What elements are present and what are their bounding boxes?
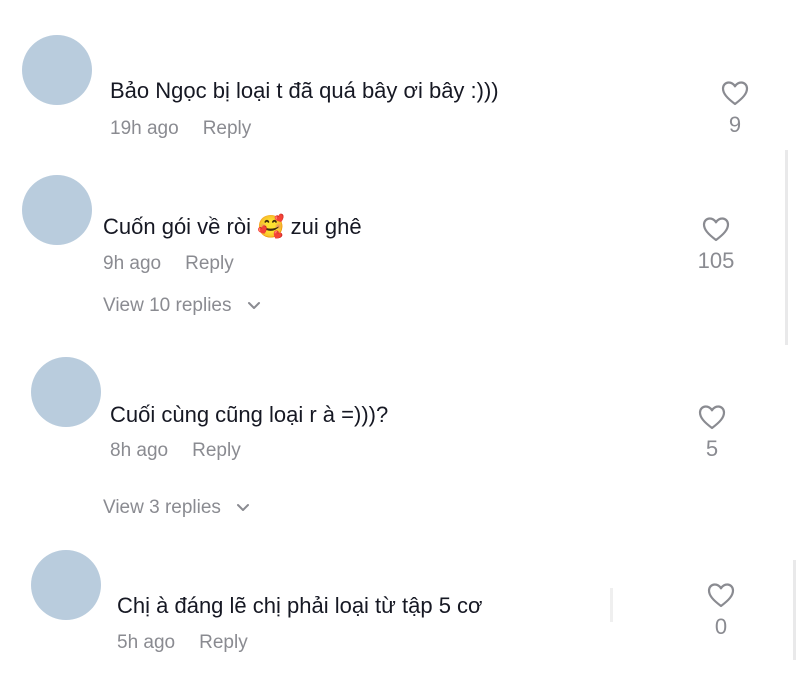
comment-meta: 19h ago Reply [110,118,251,140]
view-replies-label: View 10 replies [103,295,232,316]
like-button[interactable]: 5 [682,404,742,462]
timestamp: 9h ago [103,253,162,274]
heart-icon [702,217,730,242]
comment-text-part: zui ghê [290,214,362,239]
chevron-down-icon [247,302,260,310]
reply-button[interactable]: Reply [203,118,252,139]
heart-icon [698,405,726,430]
scrollbar-track[interactable] [785,150,788,345]
comment-meta: 9h ago Reply [103,253,234,275]
timestamp: 8h ago [110,440,169,461]
comment-meta: 8h ago Reply [110,440,241,462]
comment-meta: 5h ago Reply [117,632,248,654]
heart-icon [721,81,749,106]
like-count: 5 [705,436,719,461]
scrollbar-track[interactable] [793,560,796,660]
heart-icon [707,583,735,608]
comment-text: Cuốn gói về ròi 🥰 zui ghê [103,214,362,240]
like-button[interactable]: 105 [686,216,746,274]
like-count: 9 [728,112,742,137]
like-button[interactable]: 9 [705,80,765,138]
smiling-face-with-hearts-emoji: 🥰 [257,215,285,240]
chevron-down-icon [237,504,250,512]
timestamp: 19h ago [110,118,179,139]
timestamp: 5h ago [117,632,176,653]
comment-text: Bảo Ngọc bị loại t đã quá bây ơi bây :))… [110,78,499,103]
avatar[interactable] [22,35,92,105]
divider [610,588,613,622]
avatar[interactable] [31,550,101,620]
avatar[interactable] [22,175,92,245]
comment-text-part: Cuốn gói về ròi [103,214,251,239]
like-count: 105 [697,248,735,273]
reply-button[interactable]: Reply [199,632,248,653]
comment-text: Cuối cùng cũng loại r à =)))? [110,402,389,427]
reply-button[interactable]: Reply [185,253,234,274]
like-count: 0 [714,614,728,639]
reply-button[interactable]: Reply [192,440,241,461]
comment-text: Chị à đáng lẽ chị phải loại từ tập 5 cơ [117,593,483,618]
view-replies-button[interactable]: View 10 replies [103,295,261,317]
like-button[interactable]: 0 [691,582,751,640]
avatar[interactable] [31,357,101,427]
view-replies-label: View 3 replies [103,497,221,518]
view-replies-button[interactable]: View 3 replies [103,497,250,519]
